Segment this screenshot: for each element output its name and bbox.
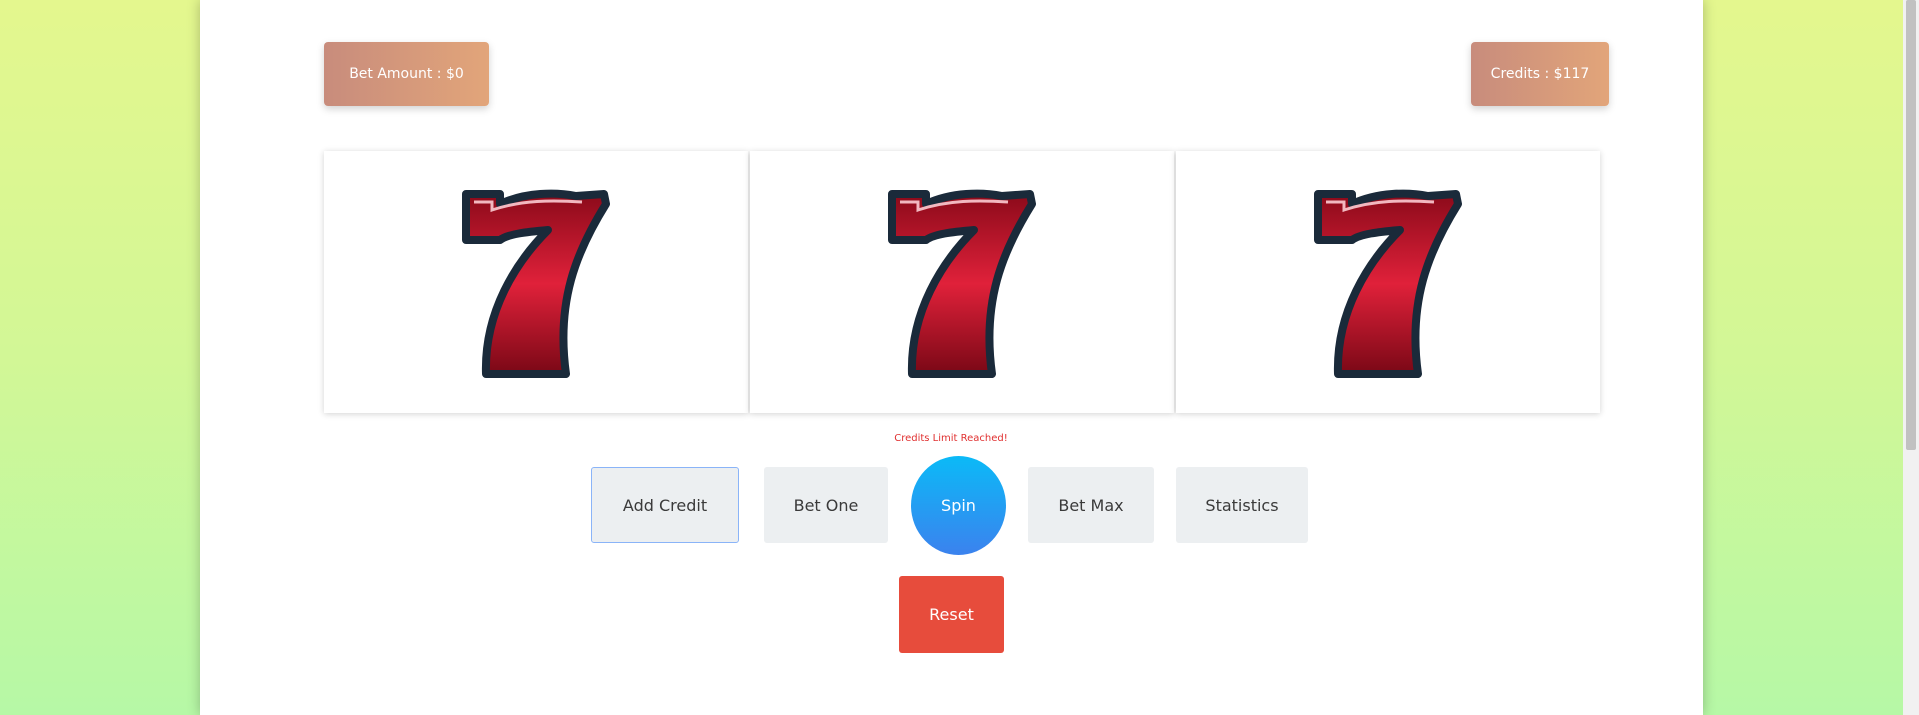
seven-icon — [1314, 189, 1462, 378]
reset-button[interactable]: Reset — [899, 576, 1004, 653]
statistics-button[interactable]: Statistics — [1176, 467, 1308, 543]
vertical-scrollbar[interactable] — [1903, 0, 1919, 715]
reel-3 — [1176, 151, 1600, 413]
seven-icon — [888, 189, 1036, 378]
status-message: Credits Limit Reached! — [894, 433, 1008, 444]
add-credit-button[interactable]: Add Credit — [591, 467, 739, 543]
credits-display: Credits : $117 — [1471, 42, 1609, 106]
scrollbar-thumb[interactable] — [1906, 0, 1916, 450]
seven-icon — [462, 189, 610, 378]
bet-amount-display: Bet Amount : $0 — [324, 42, 489, 106]
reel-1 — [324, 151, 748, 413]
reel-2 — [750, 151, 1174, 413]
bet-one-button[interactable]: Bet One — [764, 467, 888, 543]
spin-button[interactable]: Spin — [911, 456, 1006, 555]
bet-max-button[interactable]: Bet Max — [1028, 467, 1154, 543]
